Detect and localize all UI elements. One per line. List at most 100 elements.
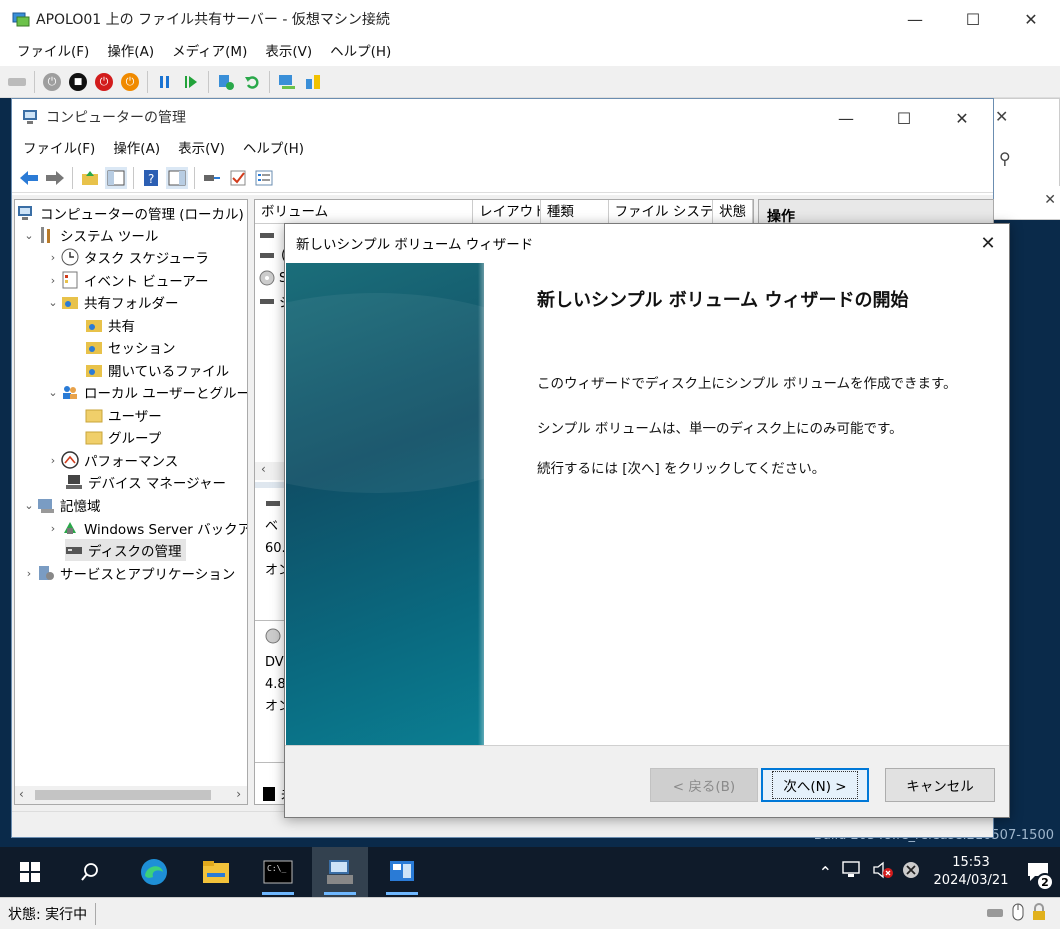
pause-icon[interactable]	[154, 71, 176, 93]
tree-services-apps[interactable]: › サービスとアプリケーション	[21, 562, 235, 584]
tree-disk-management[interactable]: ディスクの管理	[65, 539, 186, 561]
command-prompt-taskbar-button[interactable]: C:\_	[250, 847, 306, 897]
properties-icon[interactable]	[253, 167, 275, 189]
tree-sessions[interactable]: セッション	[85, 336, 176, 358]
file-explorer-taskbar-button[interactable]	[188, 847, 244, 897]
computer-management-taskbar-button[interactable]	[312, 847, 368, 897]
shutdown-icon[interactable]: ⏻	[93, 71, 115, 93]
lock-icon	[1032, 903, 1046, 925]
vm-menu-media[interactable]: メディア(M)	[163, 38, 256, 66]
close-button[interactable]: ✕	[1002, 0, 1060, 38]
show-hide-tree-icon[interactable]	[105, 166, 127, 189]
volume-row[interactable]: (	[259, 248, 286, 263]
background-strip-close-icon[interactable]: ✕	[1044, 192, 1056, 208]
tree-horizontal-scrollbar[interactable]: ‹ ›	[15, 786, 247, 804]
maximize-button[interactable]: ☐	[944, 0, 1002, 38]
edge-taskbar-button[interactable]	[126, 847, 182, 897]
tree-storage[interactable]: ⌄ 記憶域	[21, 494, 100, 516]
cm-menu-action[interactable]: 操作(A)	[104, 135, 169, 163]
vm-menu-help[interactable]: ヘルプ(H)	[321, 38, 400, 66]
search-button[interactable]	[62, 847, 118, 897]
tree-open-files[interactable]: 開いているファイル	[85, 359, 229, 381]
shared-folder-icon	[61, 293, 79, 311]
vm-menu-view[interactable]: 表示(V)	[256, 38, 321, 66]
tree-task-scheduler[interactable]: › タスク スケジューラ	[45, 246, 209, 268]
scroll-left-icon[interactable]: ‹	[261, 462, 266, 476]
checkpoint-icon[interactable]	[215, 71, 237, 93]
tree-scroll-thumb[interactable]	[35, 790, 211, 800]
show-hidden-icons-chevron-icon[interactable]: ⌃	[819, 863, 832, 882]
scroll-left-icon[interactable]: ‹	[19, 787, 24, 801]
enhanced-session-icon[interactable]	[276, 71, 298, 93]
cm-menu-view[interactable]: 表示(V)	[169, 135, 234, 163]
notification-center-button[interactable]: 2	[1016, 847, 1060, 897]
start-icon[interactable]: ⏻	[41, 71, 63, 93]
vm-menu-action[interactable]: 操作(A)	[98, 38, 163, 66]
column-layout[interactable]: レイアウト	[473, 200, 541, 223]
vm-menu-file[interactable]: ファイル(F)	[8, 38, 98, 66]
tree-root[interactable]: コンピューターの管理 (ローカル)	[17, 202, 244, 224]
column-volume[interactable]: ボリューム	[255, 200, 474, 223]
vm-window-title: APOLO01 上の ファイル共有サーバー - 仮想マシン接続	[36, 12, 390, 28]
cm-maximize-button[interactable]: ☐	[875, 99, 933, 137]
back-arrow-icon[interactable]	[18, 167, 40, 189]
share-icon[interactable]	[302, 71, 324, 93]
revert-icon[interactable]	[241, 71, 263, 93]
taskbar-clock[interactable]: 15:53 2024/03/21	[926, 854, 1016, 890]
resume-icon[interactable]	[180, 71, 202, 93]
error-status-icon[interactable]	[902, 861, 920, 883]
wizard-close-icon[interactable]: ✕	[975, 230, 1001, 256]
tree-shares[interactable]: 共有	[85, 314, 135, 336]
help-icon[interactable]: ?	[140, 167, 162, 189]
network-icon[interactable]	[842, 861, 862, 883]
event-viewer-icon	[61, 271, 79, 289]
column-filesystem[interactable]: ファイル システム	[609, 200, 714, 223]
cm-menubar: ファイル(F) 操作(A) 表示(V) ヘルプ(H)	[12, 135, 993, 163]
tree-shared-folders[interactable]: ⌄ 共有フォルダー	[45, 291, 178, 313]
checklist-icon[interactable]	[227, 167, 249, 189]
tree-event-viewer[interactable]: › イベント ビューアー	[45, 269, 208, 291]
dvd-icon	[259, 270, 275, 286]
tree-performance-label: パフォーマンス	[84, 454, 179, 470]
collapse-chevron-icon[interactable]: ⌄	[21, 499, 37, 512]
tree-local-users-groups[interactable]: ⌄ ローカル ユーザーとグループ	[45, 381, 247, 403]
expand-chevron-icon[interactable]: ›	[45, 274, 61, 287]
expand-chevron-icon[interactable]: ›	[45, 251, 61, 264]
collapse-chevron-icon[interactable]: ⌄	[45, 296, 61, 309]
server-manager-taskbar-button[interactable]	[374, 847, 430, 897]
turn-off-icon[interactable]: ■	[67, 71, 89, 93]
cm-close-button[interactable]: ✕	[933, 99, 991, 137]
next-button[interactable]: 次へ(N) >	[761, 768, 869, 802]
column-type[interactable]: 種類	[541, 200, 609, 223]
cm-menu-file[interactable]: ファイル(F)	[14, 135, 104, 163]
minimize-button[interactable]: —	[886, 0, 944, 38]
expand-chevron-icon[interactable]: ›	[21, 567, 37, 580]
cm-minimize-button[interactable]: —	[817, 99, 875, 137]
ctrl-alt-del-icon[interactable]	[6, 71, 28, 93]
background-search-icon[interactable]: ⚲	[999, 149, 1011, 168]
tree-system-tools[interactable]: ⌄ システム ツール	[21, 224, 158, 246]
tree-windows-server-backup[interactable]: › Windows Server バックアップ	[45, 517, 247, 539]
connect-disk-icon[interactable]	[201, 167, 223, 189]
tree-performance[interactable]: › パフォーマンス	[45, 449, 178, 471]
tree-groups[interactable]: グループ	[85, 426, 161, 448]
collapse-chevron-icon[interactable]: ⌄	[21, 229, 37, 242]
cancel-button[interactable]: キャンセル	[885, 768, 995, 802]
forward-arrow-icon[interactable]	[44, 167, 66, 189]
expand-chevron-icon[interactable]: ›	[45, 522, 61, 535]
save-state-icon[interactable]: ⏻	[119, 71, 141, 93]
column-status[interactable]: 状態	[713, 200, 753, 223]
collapse-chevron-icon[interactable]: ⌄	[45, 386, 61, 399]
back-button[interactable]: < 戻る(B)	[650, 768, 758, 802]
tree-device-manager[interactable]: デバイス マネージャー	[65, 471, 226, 493]
cm-menu-help[interactable]: ヘルプ(H)	[234, 135, 313, 163]
volume-muted-icon[interactable]	[872, 861, 894, 883]
up-folder-icon[interactable]	[79, 167, 101, 189]
scroll-right-icon[interactable]: ›	[236, 787, 241, 801]
show-hide-action-pane-icon[interactable]	[166, 166, 188, 189]
background-close-icon[interactable]: ✕	[995, 107, 1008, 126]
start-button[interactable]	[2, 847, 58, 897]
tree-users[interactable]: ユーザー	[85, 404, 162, 426]
volume-row[interactable]	[259, 230, 275, 245]
expand-chevron-icon[interactable]: ›	[45, 454, 61, 467]
